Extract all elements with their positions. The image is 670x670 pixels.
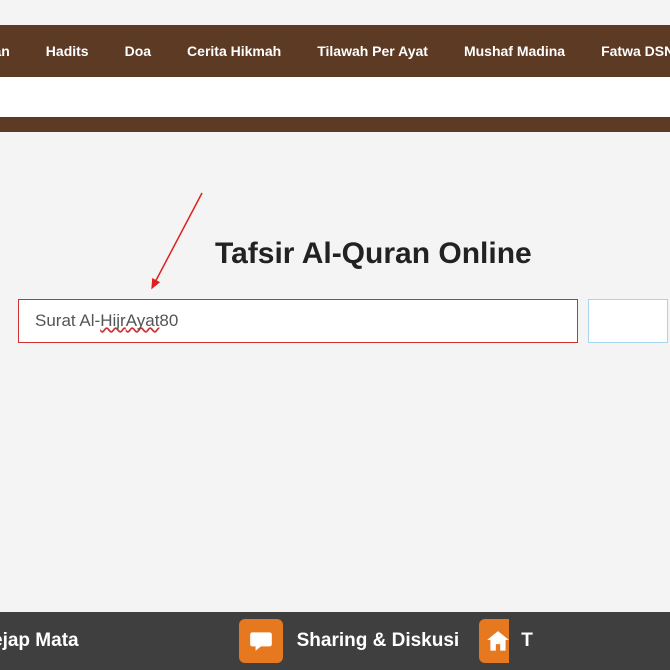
main-content: Tafsir Al-Quran Online Surat Al-Hijr Aya… (0, 132, 670, 612)
search-text-spell2: Ayat (126, 311, 160, 331)
nav-item-ran[interactable]: ran (0, 43, 28, 59)
nav-item-hadits[interactable]: Hadits (28, 43, 107, 59)
search-button[interactable] (588, 299, 668, 343)
search-text-prefix: Surat Al- (35, 311, 100, 331)
footer-item-1-label: ejap Mata (0, 630, 79, 652)
white-band (0, 77, 670, 117)
footer: ejap Mata Sharing & Diskusi T (0, 612, 670, 670)
nav-item-doa[interactable]: Doa (107, 43, 169, 59)
brown-band (0, 117, 670, 132)
page-title: Tafsir Al-Quran Online (215, 237, 670, 271)
footer-item-1[interactable]: ejap Mata (0, 630, 79, 652)
footer-item-2[interactable]: Sharing & Diskusi (239, 619, 460, 663)
footer-item-2-label: Sharing & Diskusi (297, 630, 460, 652)
footer-item-3[interactable]: T (521, 630, 533, 652)
arrow-annotation-icon (140, 188, 220, 298)
chat-icon (239, 619, 283, 663)
search-text-suffix: 80 (159, 311, 178, 331)
nav-item-tilawah-per-ayat[interactable]: Tilawah Per Ayat (299, 43, 446, 59)
nav-bar: ran Hadits Doa Cerita Hikmah Tilawah Per… (0, 25, 670, 77)
search-input[interactable]: Surat Al-Hijr Ayat 80 (18, 299, 578, 343)
nav-item-fatwa-dsn[interactable]: Fatwa DSN (583, 43, 670, 59)
nav-item-cerita-hikmah[interactable]: Cerita Hikmah (169, 43, 299, 59)
nav-item-mushaf-madina[interactable]: Mushaf Madina (446, 43, 583, 59)
partial-icon (479, 619, 509, 663)
top-bar (0, 0, 670, 25)
footer-item-3-label: T (521, 630, 533, 652)
search-text-spell1: Hijr (100, 311, 126, 331)
search-row: Surat Al-Hijr Ayat 80 (18, 299, 670, 343)
